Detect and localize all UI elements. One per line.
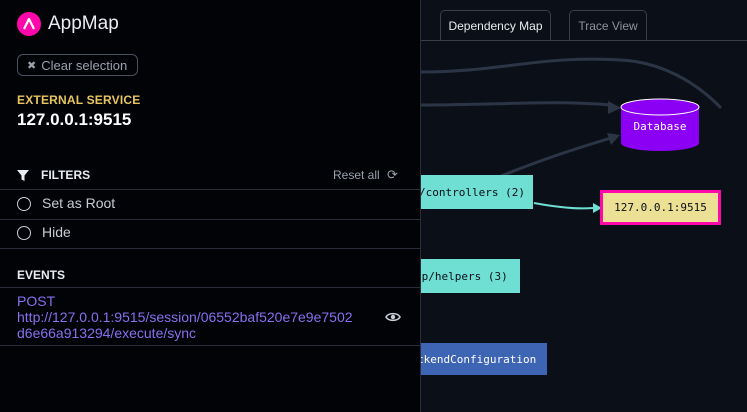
tab-dependency-map[interactable]: Dependency Map — [440, 10, 551, 40]
node-label: /controllers (2) — [421, 185, 525, 199]
dependency-map-canvas[interactable]: Database Dependency Map Trace View /cont… — [421, 0, 747, 412]
app-name: AppMap — [48, 13, 119, 34]
tab-underline — [421, 40, 747, 41]
appmap-logo-icon — [17, 12, 41, 36]
filter-option-label: Hide — [42, 224, 71, 240]
radio-button[interactable] — [17, 226, 31, 240]
divider — [0, 287, 420, 288]
events-title: EVENTS — [17, 268, 66, 282]
filter-option-label: Set as Root — [42, 195, 116, 211]
node-external-service-selected[interactable]: 127.0.0.1:9515 — [600, 190, 721, 225]
radio-button[interactable] — [17, 197, 31, 211]
divider — [0, 345, 420, 346]
object-type-label: EXTERNAL SERVICE — [17, 93, 141, 107]
node-label: 127.0.0.1:9515 — [614, 201, 707, 214]
reset-icon[interactable]: ⟳ — [387, 167, 398, 183]
object-name: 127.0.0.1:9515 — [17, 110, 132, 129]
event-item[interactable]: POST http://127.0.0.1:9515/session/06552… — [17, 293, 377, 341]
event-url-line: http://127.0.0.1:9515/session/06552baf52… — [17, 309, 353, 325]
event-url-line: d6e66a913294/execute/sync — [17, 325, 197, 341]
database-node[interactable]: Database — [620, 98, 700, 151]
node-backend-configuration[interactable]: ckendConfiguration — [421, 343, 547, 375]
app-logo: AppMap — [17, 12, 119, 36]
node-controllers[interactable]: /controllers (2) — [421, 175, 533, 209]
node-label: op/helpers (3) — [421, 269, 508, 283]
reset-all-button[interactable]: Reset all — [333, 168, 380, 182]
database-label: Database — [634, 120, 687, 133]
event-method: POST — [17, 293, 56, 309]
filter-icon — [17, 169, 29, 187]
eye-icon[interactable] — [385, 310, 401, 328]
sidebar: AppMap ✖ Clear selection EXTERNAL SERVIC… — [0, 0, 421, 412]
tab-trace-view[interactable]: Trace View — [569, 10, 647, 40]
clear-selection-label: Clear selection — [41, 57, 128, 73]
filter-option-hide[interactable]: Hide — [0, 219, 420, 249]
filters-header: FILTERS Reset all ⟳ — [0, 162, 420, 190]
close-icon: ✖ — [27, 59, 37, 72]
filters-title: FILTERS — [41, 168, 91, 182]
clear-selection-button[interactable]: ✖ Clear selection — [17, 54, 138, 76]
node-label: ckendConfiguration — [421, 352, 537, 366]
node-helpers[interactable]: op/helpers (3) — [421, 259, 520, 293]
filter-option-set-as-root[interactable]: Set as Root — [0, 190, 420, 220]
